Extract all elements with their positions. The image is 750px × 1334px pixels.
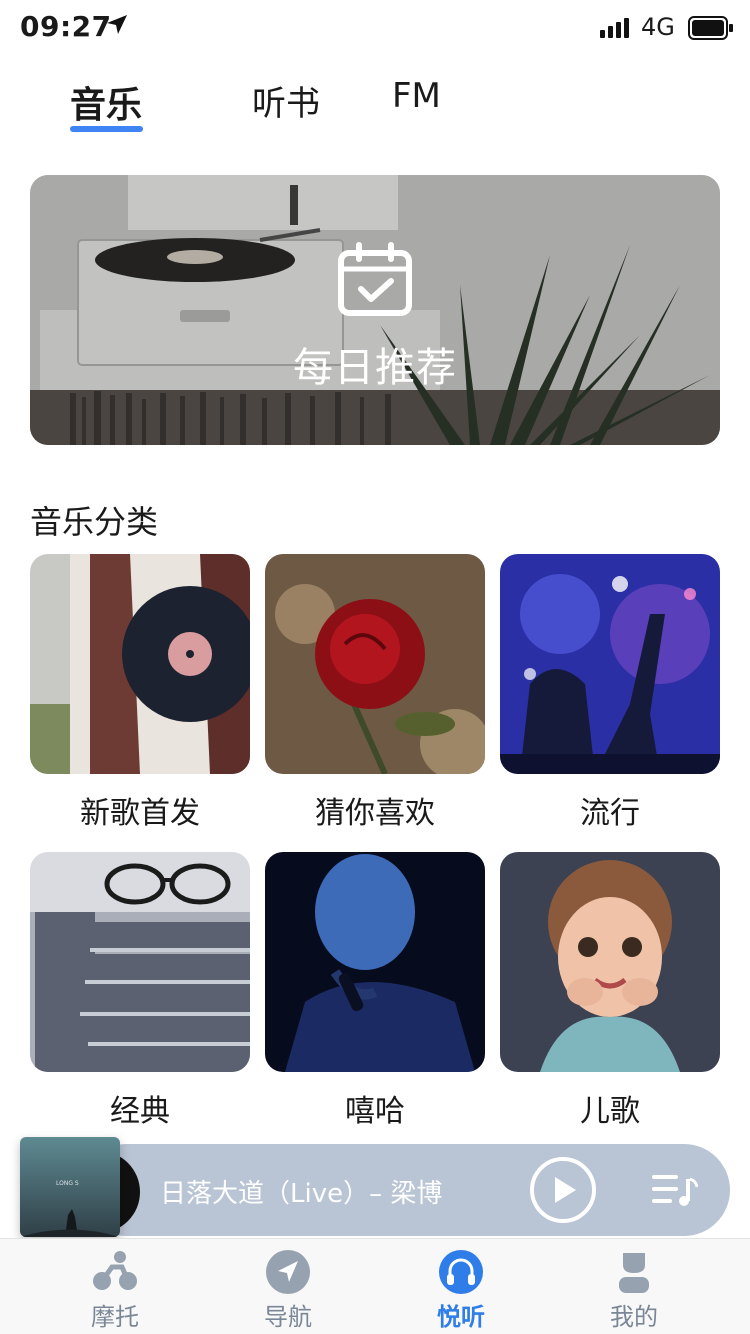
tab-audiobook[interactable]: 听书 [252,76,320,125]
status-bar: 09:27 4G [0,0,750,56]
tab-music[interactable]: 音乐 [70,76,142,128]
calendar-check-icon [338,242,412,316]
category-label: 新歌首发 [80,796,200,831]
tab-fm[interactable]: FM [392,76,441,116]
category-pop[interactable]: 流行 [500,554,720,832]
category-kids-songs[interactable]: 儿歌 [500,852,720,1130]
category-thumbnail [500,554,720,774]
nav-item-navigation[interactable]: 导航 [213,1239,363,1334]
nav-label: 我的 [610,1303,658,1331]
category-thumbnail [30,852,250,1072]
top-tabs: 音乐 听书 FM [0,72,750,142]
category-label: 流行 [580,796,640,831]
album-cover[interactable]: LONG S [20,1137,120,1237]
playlist-icon[interactable] [652,1173,698,1207]
headphones-icon [439,1250,483,1294]
category-label: 嘻哈 [345,1094,405,1129]
nav-item-listen[interactable]: 悦听 [386,1239,536,1334]
network-type: 4G [641,13,675,41]
category-thumbnail [265,852,485,1072]
location-arrow-icon [107,15,127,34]
nav-label: 摩托 [91,1303,139,1331]
section-title: 音乐分类 [30,503,159,541]
nav-label: 导航 [264,1303,312,1331]
album-cover-text: LONG S [56,1180,79,1187]
signal-icon [600,18,629,38]
category-new-songs[interactable]: 新歌首发 [30,554,250,832]
category-thumbnail [265,554,485,774]
category-hiphop[interactable]: 嘻哈 [265,852,485,1130]
now-playing-title: 日落大道（Live）– 梁博 [160,1179,443,1209]
play-button[interactable] [530,1157,596,1223]
mini-player[interactable]: LONG S 日落大道（Live）– 梁博 [20,1137,730,1237]
category-label: 儿歌 [580,1094,640,1129]
category-label: 经典 [110,1094,170,1129]
nav-label: 悦听 [437,1303,485,1331]
motorbike-icon [93,1251,137,1290]
bottom-navigation: 摩托 导航 悦听 我的 [0,1238,750,1334]
person-icon [619,1253,649,1293]
category-thumbnail [500,852,720,1072]
daily-recommend-banner[interactable]: 每日推荐 [30,175,720,445]
nav-item-profile[interactable]: 我的 [559,1239,709,1334]
category-classic[interactable]: 经典 [30,852,250,1130]
category-thumbnail [30,554,250,774]
category-label: 猜你喜欢 [315,796,435,831]
banner-title: 每日推荐 [293,345,457,391]
navigation-icon [266,1250,310,1294]
category-guess-you-like[interactable]: 猜你喜欢 [265,554,485,832]
status-time: 09:27 [20,10,112,43]
nav-item-motorbike[interactable]: 摩托 [40,1239,190,1334]
active-tab-indicator [70,126,143,132]
battery-icon [688,16,733,40]
play-icon [555,1177,576,1203]
